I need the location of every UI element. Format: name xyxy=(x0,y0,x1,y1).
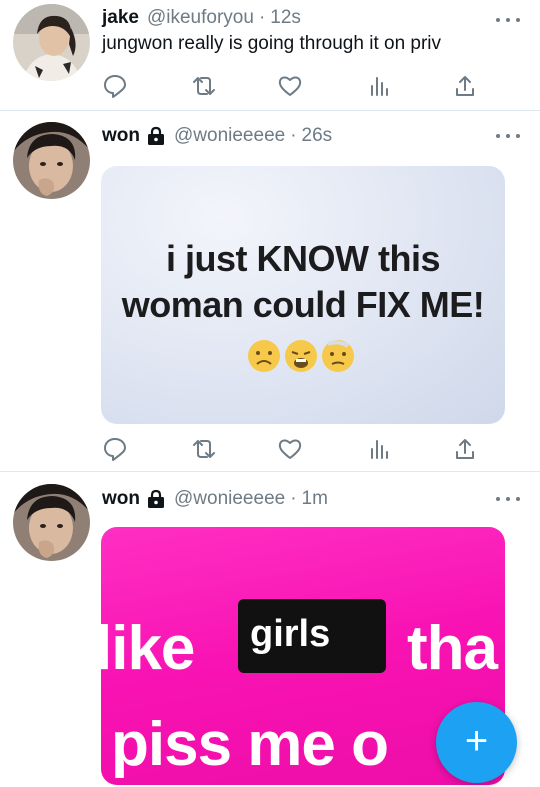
analytics-icon[interactable] xyxy=(366,436,394,464)
timestamp[interactable]: 12s xyxy=(270,7,301,29)
plus-icon: + xyxy=(464,719,489,763)
compose-tweet-button[interactable]: + xyxy=(436,702,517,783)
avatar[interactable] xyxy=(13,484,90,561)
media-caption-word: girls xyxy=(250,613,331,655)
media-caption-line: i just KNOW this xyxy=(166,238,441,279)
share-icon[interactable] xyxy=(452,73,480,101)
separator-dot: · xyxy=(290,488,297,509)
share-icon[interactable] xyxy=(452,436,480,464)
avatar[interactable] xyxy=(13,122,90,199)
user-handle[interactable]: @wonieeeee xyxy=(174,488,285,510)
like-icon[interactable] xyxy=(277,436,305,464)
timestamp[interactable]: 1m xyxy=(302,488,328,510)
lock-icon xyxy=(146,489,166,509)
media-caption-line: woman could FIX ME! xyxy=(121,284,485,325)
lock-icon xyxy=(146,126,166,146)
tweet-actions xyxy=(102,73,482,101)
tweet-header: won @wonieeeee · 1m xyxy=(102,486,328,512)
user-handle[interactable]: @ikeuforyou xyxy=(147,7,254,29)
media-caption-line: piss me o xyxy=(111,710,389,779)
separator-dot: · xyxy=(290,125,297,146)
avatar[interactable] xyxy=(13,4,90,81)
timestamp[interactable]: 26s xyxy=(302,125,333,147)
reply-icon[interactable] xyxy=(102,73,130,101)
tweet-header: jake @ikeuforyou · 12s xyxy=(102,5,301,31)
more-icon[interactable] xyxy=(496,130,520,142)
emoji-faces-icon xyxy=(248,340,354,372)
tweet[interactable]: jake @ikeuforyou · 12s jungwon really is… xyxy=(0,0,540,110)
tweet-header: won @wonieeeee · 26s xyxy=(102,123,332,149)
retweet-icon[interactable] xyxy=(190,73,218,101)
tweet[interactable]: won @wonieeeee · 26s i just KNOW this wo… xyxy=(0,111,540,471)
tweet-text: jungwon really is going through it on pr… xyxy=(102,33,442,54)
retweet-icon[interactable] xyxy=(190,436,218,464)
tweet-actions xyxy=(102,436,482,464)
more-icon[interactable] xyxy=(496,493,520,505)
media-caption-word: tha xyxy=(407,614,498,683)
display-name[interactable]: won xyxy=(102,125,140,147)
more-icon[interactable] xyxy=(496,14,520,26)
separator-dot: · xyxy=(258,7,266,28)
like-icon[interactable] xyxy=(277,73,305,101)
analytics-icon[interactable] xyxy=(366,73,394,101)
display-name[interactable]: won xyxy=(102,488,140,510)
tweet-media-image[interactable]: i just KNOW this woman could FIX ME! xyxy=(101,166,505,424)
user-handle[interactable]: @wonieeeee xyxy=(174,125,285,147)
media-caption-word: like xyxy=(101,614,195,683)
display-name[interactable]: jake xyxy=(102,7,139,29)
reply-icon[interactable] xyxy=(102,436,130,464)
